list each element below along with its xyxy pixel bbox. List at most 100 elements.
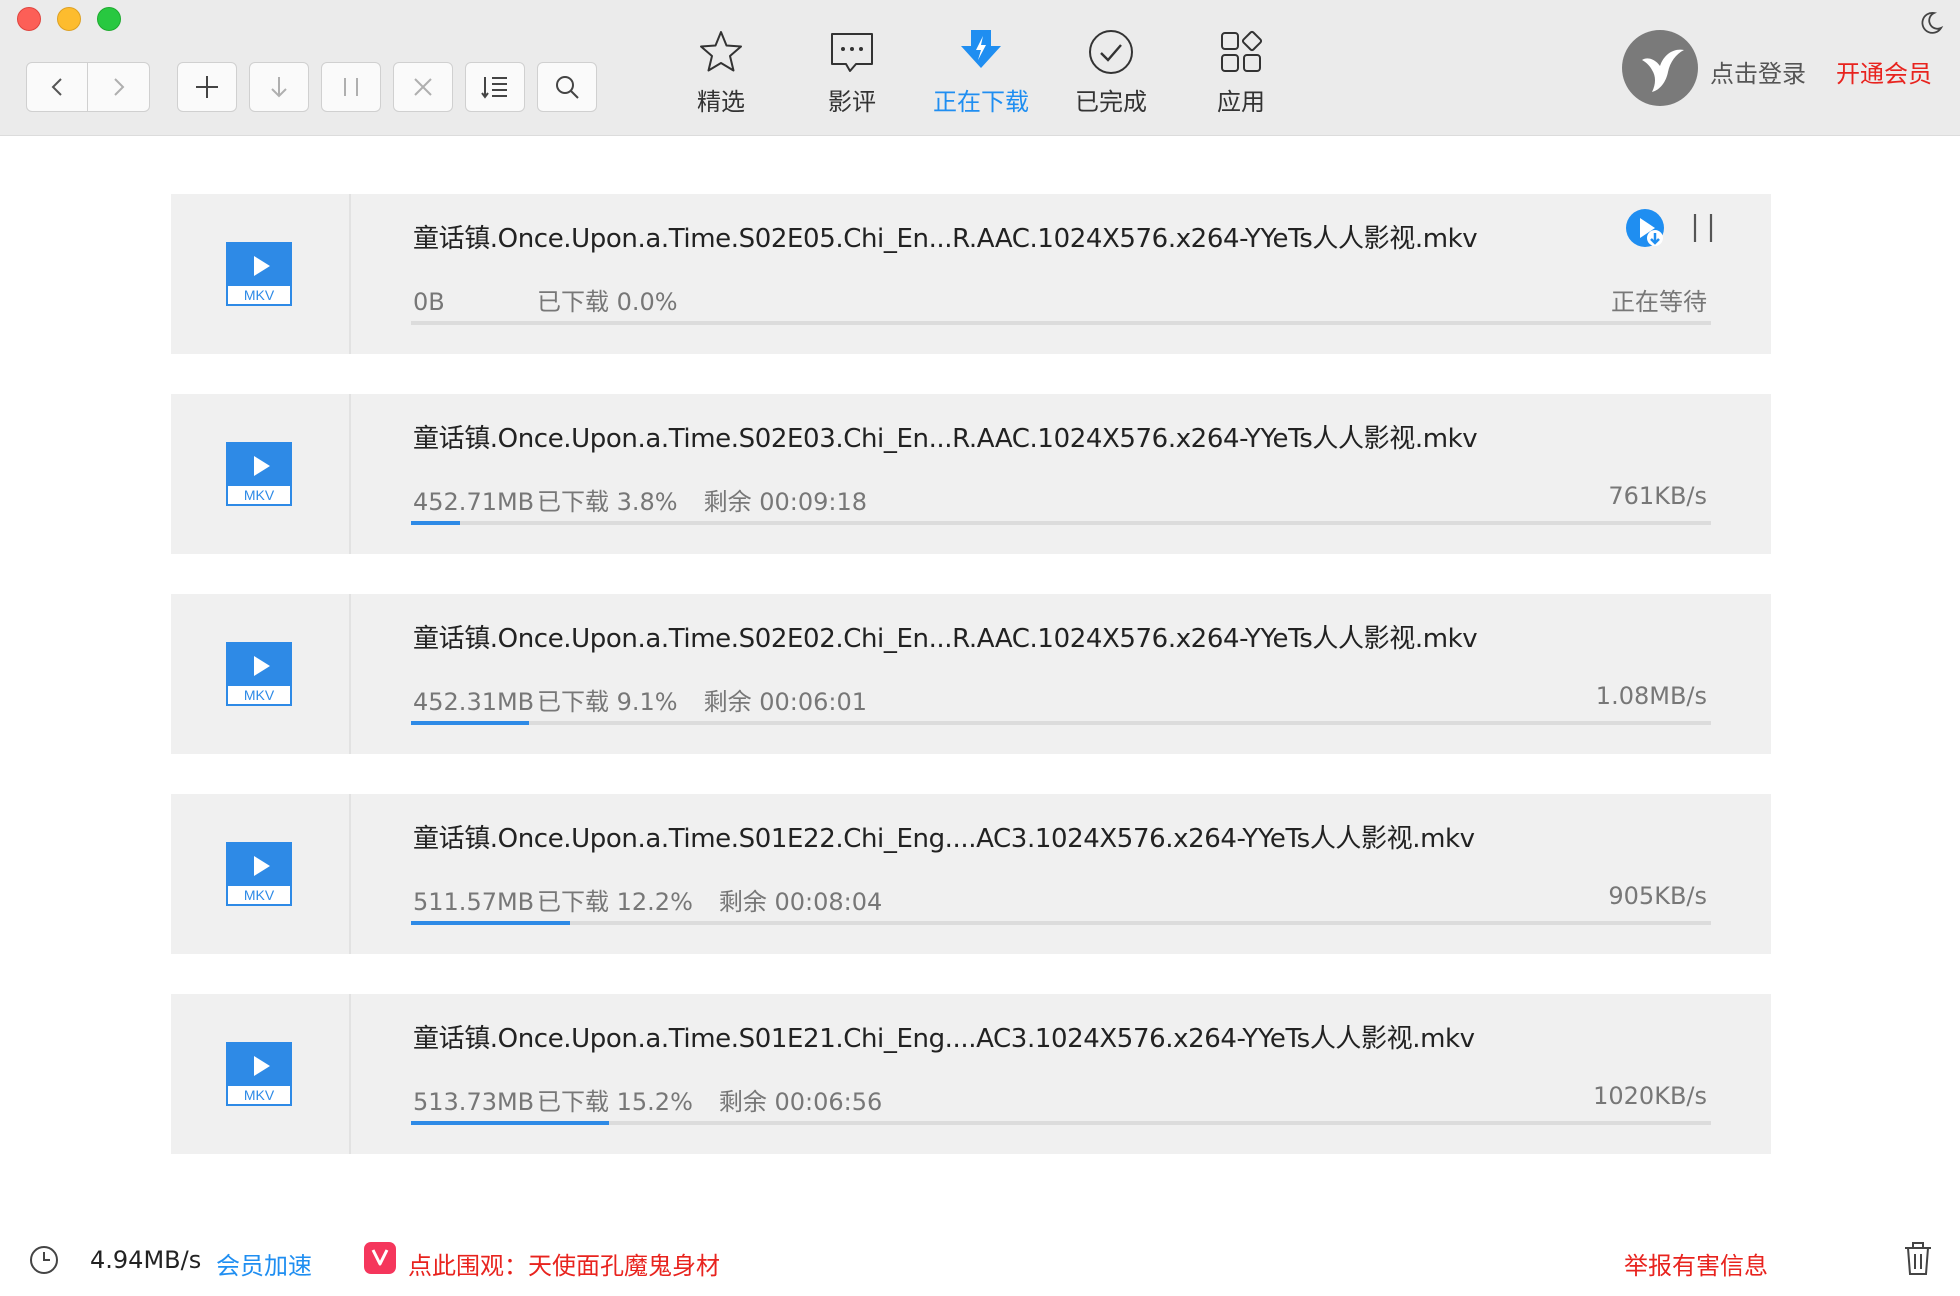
mkv-file-icon: MKV (226, 842, 292, 906)
play-triangle-icon (254, 1056, 270, 1076)
task-progress-fill (411, 721, 530, 725)
task-remaining: 剩余 00:08:04 (718, 888, 883, 916)
star-icon (700, 31, 742, 72)
avatar[interactable] (1622, 30, 1698, 106)
forward-button[interactable] (88, 62, 150, 112)
pause-all-button[interactable] (321, 62, 381, 112)
file-icon-cell: MKV (171, 194, 351, 354)
task-meta: 452.71MB 已下载 3.8% 剩余 00:09:18 (413, 482, 867, 517)
task-progress-bar (411, 721, 1711, 725)
task-progress-fill (411, 921, 570, 925)
file-icon-cell: MKV (171, 794, 351, 954)
file-type-label: MKV (228, 686, 290, 704)
zoom-window-button[interactable] (97, 7, 121, 31)
add-icon (196, 76, 218, 98)
delete-task-button[interactable] (393, 62, 453, 112)
forward-icon (113, 78, 124, 96)
bird-logo-icon (1642, 49, 1684, 92)
back-button[interactable] (26, 62, 88, 112)
mkv-file-icon: MKV (226, 442, 292, 506)
task-progress-text: 已下载 9.1% (537, 688, 678, 716)
file-type-label: MKV (228, 486, 290, 504)
minimize-window-button[interactable] (57, 7, 81, 31)
vip-boost-link[interactable]: 会员加速 (216, 1246, 312, 1281)
tab-completed[interactable]: 已完成 (1051, 28, 1171, 118)
search-icon (556, 76, 579, 99)
add-task-button[interactable] (177, 62, 237, 112)
task-filename: 童话镇.Once.Upon.a.Time.S01E22.Chi_Eng....A… (413, 824, 1475, 854)
task-status: 1.08MB/s (1595, 682, 1707, 710)
task-status: 正在等待 (1611, 288, 1707, 316)
download-task-row[interactable]: MKV 童话镇.Once.Upon.a.Time.S02E03.Chi_En..… (171, 394, 1771, 554)
task-filename: 童话镇.Once.Upon.a.Time.S01E21.Chi_Eng....A… (413, 1024, 1475, 1054)
task-size: 452.31MB (413, 688, 535, 716)
login-link[interactable]: 点击登录 (1710, 54, 1806, 89)
back-icon (51, 78, 62, 96)
task-remaining: 剩余 00:06:01 (703, 688, 868, 716)
task-status: 761KB/s (1608, 482, 1707, 510)
task-meta: 0B 已下载 0.0% (413, 282, 704, 317)
task-remaining: 剩余 00:09:18 (703, 488, 868, 516)
mkv-file-icon: MKV (226, 242, 292, 306)
file-icon-cell: MKV (171, 594, 351, 754)
task-progress-text: 已下载 15.2% (537, 1088, 693, 1116)
task-meta: 511.57MB 已下载 12.2% 剩余 00:08:04 (413, 882, 882, 917)
task-progress-text: 已下载 0.0% (537, 288, 678, 316)
night-mode-icon[interactable] (1918, 10, 1944, 36)
task-filename: 童话镇.Once.Upon.a.Time.S02E05.Chi_En...R.A… (413, 224, 1478, 254)
tab-featured[interactable]: 精选 (661, 28, 781, 118)
trash-icon[interactable] (1902, 1242, 1934, 1276)
task-progress-text: 已下载 12.2% (537, 888, 693, 916)
tab-featured-label: 精选 (697, 88, 745, 116)
task-size: 513.73MB (413, 1088, 535, 1116)
download-task-row[interactable]: MKV 童话镇.Once.Upon.a.Time.S02E02.Chi_En..… (171, 594, 1771, 754)
task-size: 452.71MB (413, 488, 535, 516)
status-bar: 4.94MB/s 会员加速 点此围观：天使面孔魔鬼身材 举报有害信息 (0, 1220, 1960, 1296)
task-filename: 童话镇.Once.Upon.a.Time.S02E03.Chi_En...R.A… (413, 424, 1478, 454)
tab-reviews-label: 影评 (828, 88, 876, 116)
task-progress-fill (411, 521, 461, 525)
play-triangle-icon (254, 656, 270, 676)
download-task-row[interactable]: MKV 童话镇.Once.Upon.a.Time.S01E21.Chi_Eng.… (171, 994, 1771, 1154)
comment-icon (831, 33, 873, 72)
tab-completed-label: 已完成 (1075, 88, 1147, 116)
pause-all-icon (344, 78, 358, 96)
tab-reviews[interactable]: 影评 (792, 28, 912, 118)
task-status: 1020KB/s (1593, 1082, 1707, 1110)
file-type-label: MKV (228, 886, 290, 904)
file-type-label: MKV (228, 286, 290, 304)
play-triangle-icon (254, 456, 270, 476)
task-progress-bar (411, 321, 1711, 325)
promo-link[interactable]: 点此围观：天使面孔魔鬼身材 (408, 1246, 720, 1281)
mkv-file-icon: MKV (226, 642, 292, 706)
task-status: 905KB/s (1608, 882, 1707, 910)
start-all-button[interactable] (249, 62, 309, 112)
tab-downloading[interactable]: 正在下载 (921, 28, 1041, 118)
vip-link[interactable]: 开通会员 (1836, 54, 1932, 89)
search-button[interactable] (537, 62, 597, 112)
clock-icon[interactable] (28, 1244, 60, 1276)
tab-downloading-label: 正在下载 (933, 88, 1029, 116)
tab-apps[interactable]: 应用 (1181, 28, 1301, 118)
downloading-icon (961, 30, 1001, 68)
total-speed: 4.94MB/s (90, 1246, 202, 1274)
play-triangle-icon (254, 856, 270, 876)
task-progress-bar (411, 521, 1711, 525)
promo-icon[interactable] (364, 1242, 396, 1274)
delete-icon (414, 78, 432, 96)
mkv-file-icon: MKV (226, 1042, 292, 1106)
download-task-row[interactable]: MKV 童话镇.Once.Upon.a.Time.S02E05.Chi_En..… (171, 194, 1771, 354)
task-progress-bar (411, 921, 1711, 925)
report-link[interactable]: 举报有害信息 (1624, 1246, 1768, 1281)
close-window-button[interactable] (17, 7, 41, 31)
task-size: 511.57MB (413, 888, 535, 916)
apps-icon (1221, 30, 1263, 72)
task-progress-fill (411, 1121, 609, 1125)
pause-task-icon[interactable] (1689, 212, 1717, 244)
task-filename: 童话镇.Once.Upon.a.Time.S02E02.Chi_En...R.A… (413, 624, 1478, 654)
start-all-icon (271, 77, 287, 98)
sort-button[interactable] (465, 62, 525, 112)
start-task-icon[interactable] (1625, 208, 1665, 248)
task-size: 0B (413, 288, 445, 316)
download-task-row[interactable]: MKV 童话镇.Once.Upon.a.Time.S01E22.Chi_Eng.… (171, 794, 1771, 954)
